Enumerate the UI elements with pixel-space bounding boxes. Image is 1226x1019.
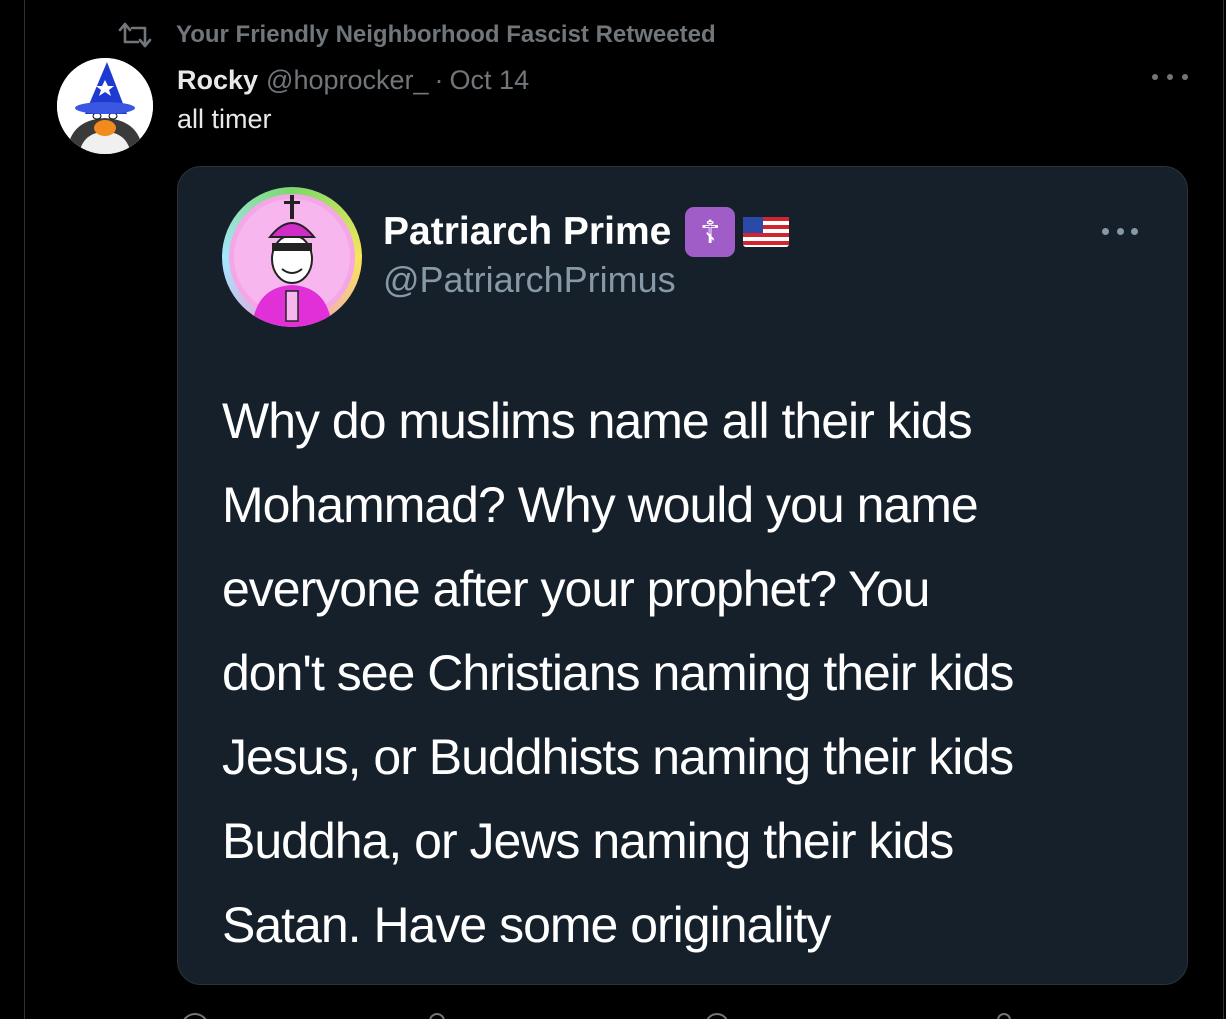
author-name[interactable]: Rocky bbox=[177, 65, 258, 96]
retweet-action-icon[interactable] bbox=[429, 1013, 445, 1019]
quoted-author-avatar[interactable] bbox=[222, 187, 362, 327]
quoted-text-line: Buddha, or Jews naming their kids bbox=[222, 813, 954, 869]
retweet-label: Your Friendly Neighborhood Fascist Retwe… bbox=[176, 21, 716, 48]
quoted-tweet-card[interactable]: Patriarch Prime ☦ @PatriarchPrimus Why d… bbox=[177, 166, 1188, 985]
retweet-icon bbox=[118, 22, 152, 48]
separator: · bbox=[434, 64, 444, 95]
quoted-text-line: don't see Christians naming their kids bbox=[222, 645, 1014, 701]
quoted-author-handle[interactable]: @PatriarchPrimus bbox=[383, 259, 676, 301]
quoted-text-line: Why do muslims name all their kids bbox=[222, 393, 973, 449]
penguin-wizard-avatar bbox=[57, 58, 153, 154]
quoted-text-line: everyone after your prophet? You bbox=[222, 561, 930, 617]
share-icon[interactable] bbox=[997, 1013, 1011, 1019]
retweet-context[interactable]: Your Friendly Neighborhood Fascist Retwe… bbox=[118, 20, 716, 50]
us-flag-icon bbox=[743, 217, 790, 247]
tweet-page: Your Friendly Neighborhood Fascist Retwe… bbox=[0, 0, 1226, 1019]
quoted-text-line: Jesus, or Buddhists naming their kids bbox=[222, 729, 1014, 785]
author-handle[interactable]: @hoprocker_ bbox=[266, 65, 429, 96]
quoted-text-line: Satan. Have some originality bbox=[222, 897, 831, 953]
quoted-tweet-text: Why do muslims name all their kids Moham… bbox=[222, 379, 1162, 967]
more-options-icon[interactable] bbox=[1152, 66, 1188, 88]
tweet-action-bar bbox=[177, 1005, 1177, 1019]
quoted-text-line: Mohammad? Why would you name bbox=[222, 477, 979, 533]
reply-icon[interactable] bbox=[181, 1013, 209, 1019]
tweet-header: Rocky @hoprocker_ · Oct 14 bbox=[177, 60, 529, 100]
like-icon[interactable] bbox=[705, 1013, 729, 1019]
quoted-author-name[interactable]: Patriarch Prime bbox=[383, 210, 671, 254]
tweet-text: all timer bbox=[177, 104, 272, 134]
orthodox-cross-badge-icon: ☦ bbox=[685, 207, 736, 257]
quoted-author-row: Patriarch Prime ☦ bbox=[383, 207, 790, 257]
author-avatar[interactable] bbox=[57, 58, 153, 154]
tweet-date[interactable]: Oct 14 bbox=[450, 65, 530, 96]
quoted-more-options-icon[interactable] bbox=[1102, 223, 1138, 239]
patriarch-avatar bbox=[229, 194, 355, 327]
